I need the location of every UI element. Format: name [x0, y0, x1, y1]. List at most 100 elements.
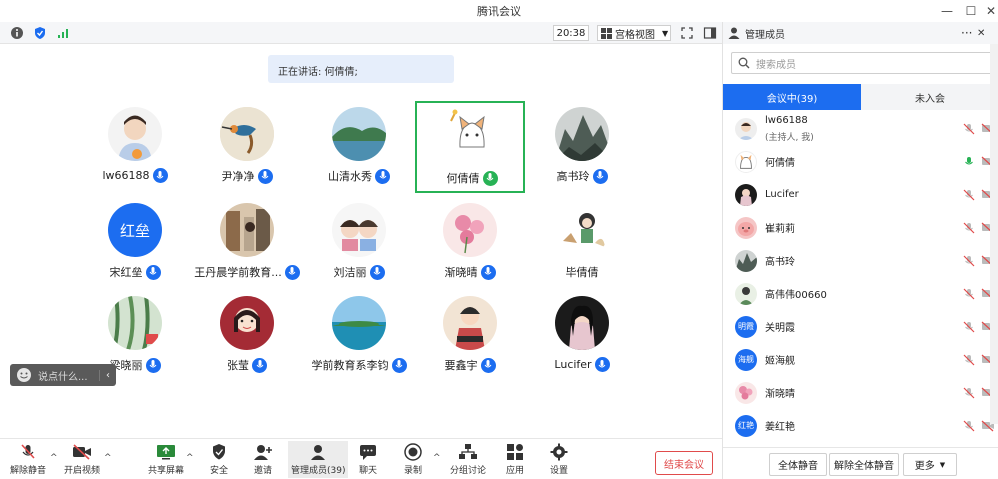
avatar: 明霞: [735, 315, 757, 338]
mic-muted-icon[interactable]: [963, 123, 975, 135]
member-row[interactable]: lw66188 (主持人, 我): [723, 112, 998, 145]
avatar: [555, 107, 609, 161]
member-row[interactable]: 何倩倩: [723, 145, 998, 178]
mic-active-icon[interactable]: [963, 156, 975, 168]
avatar: [735, 117, 757, 140]
window-title: 腾讯会议: [477, 5, 521, 18]
member-row[interactable]: Lucifer: [723, 178, 998, 211]
participant-tile[interactable]: 渐晓晴: [415, 197, 525, 289]
mic-icon: [257, 168, 273, 184]
participant-tile[interactable]: 红垒 宋红垒: [80, 197, 190, 289]
end-meeting-button[interactable]: 结束会议: [655, 451, 713, 475]
chat-button[interactable]: 聊天: [357, 441, 379, 476]
mic-muted-icon[interactable]: [963, 255, 975, 267]
mic-muted-icon[interactable]: [963, 321, 975, 333]
member-row[interactable]: 红艳 姜红艳: [723, 409, 998, 442]
participant-tile[interactable]: lw66188: [80, 101, 190, 193]
mic-muted-icon[interactable]: [963, 387, 975, 399]
avatar: [220, 203, 274, 257]
avatar: [108, 296, 162, 350]
participant-tile[interactable]: 高书玲: [527, 101, 637, 193]
member-row[interactable]: 崔莉莉: [723, 211, 998, 244]
participant-name: 毕倩倩: [565, 266, 599, 279]
participant-tile[interactable]: 刘洁丽: [304, 197, 414, 289]
member-row[interactable]: 海舰 姬海舰: [723, 343, 998, 376]
emoji-icon[interactable]: [16, 367, 32, 383]
video-grid: 正在讲话: 何倩倩; lw66188 尹净净 山清水秀 何倩倩 高书玲 红垒 宋…: [0, 44, 722, 438]
mic-muted-icon[interactable]: [963, 222, 975, 234]
title-bar: 腾讯会议 — ☐ ✕: [0, 0, 998, 22]
participant-tile[interactable]: 王丹晨学前教育...: [192, 197, 302, 289]
participant-tile[interactable]: 毕倩倩: [527, 197, 637, 289]
member-row[interactable]: 高伟伟00660: [723, 277, 998, 310]
more-button[interactable]: 更多 ▼: [903, 453, 957, 476]
participant-tile[interactable]: 尹净净: [192, 101, 302, 193]
mute-all-button[interactable]: 全体静音: [769, 453, 827, 476]
member-name: 姜红艳: [765, 422, 795, 433]
settings-button[interactable]: 设置: [548, 441, 570, 476]
mic-muted-icon[interactable]: [963, 288, 975, 300]
minimize-button[interactable]: —: [934, 0, 960, 22]
panel-scrollbar[interactable]: [990, 44, 998, 424]
quick-chat-input[interactable]: 说点什么... ‹: [10, 364, 116, 386]
apps-label: 应用: [505, 466, 524, 476]
audio-options-chevron-icon[interactable]: ^: [50, 453, 58, 463]
settings-label: 设置: [549, 466, 568, 476]
avatar: [220, 296, 274, 350]
member-row[interactable]: 渐晓晴: [723, 376, 998, 409]
share-options-chevron-icon[interactable]: ^: [186, 453, 194, 463]
unmute-all-button[interactable]: 解除全体静音: [829, 453, 899, 476]
participant-tile-active-speaker[interactable]: 何倩倩: [415, 101, 525, 193]
tab-in-meeting[interactable]: 会议中(39): [723, 84, 861, 110]
participant-name: 何倩倩: [446, 172, 480, 185]
close-panel-icon[interactable]: ✕: [977, 28, 985, 39]
shield-icon[interactable]: [33, 26, 47, 40]
member-row[interactable]: 明霞 关明霞: [723, 310, 998, 343]
apps-button[interactable]: 应用: [504, 441, 526, 476]
participant-tile[interactable]: Lucifer: [527, 290, 637, 382]
participant-tile[interactable]: 学前教育系李钧: [304, 290, 414, 382]
quick-chat-placeholder: 说点什么...: [38, 371, 88, 383]
participant-tile[interactable]: 张莹: [192, 290, 302, 382]
info-icon[interactable]: [10, 26, 24, 40]
sidebar-toggle-icon[interactable]: [703, 26, 717, 40]
view-layout-label: 宫格视图: [615, 29, 655, 41]
security-button[interactable]: 安全: [208, 441, 230, 476]
avatar: [735, 282, 757, 305]
manage-members-button[interactable]: 管理成员(39): [288, 441, 349, 478]
member-name: 关明霞: [765, 323, 795, 334]
view-layout-select[interactable]: 宫格视图 ▼: [597, 25, 671, 41]
more-options-icon[interactable]: ···: [961, 26, 972, 40]
close-button[interactable]: ✕: [978, 0, 998, 22]
collapse-chevron-icon[interactable]: ‹: [99, 369, 110, 381]
mic-icon: [391, 357, 407, 373]
member-row[interactable]: 高书玲: [723, 244, 998, 277]
member-name: 高伟伟00660: [765, 290, 827, 301]
avatar: [555, 203, 609, 257]
participant-name: 王丹晨学前教育...: [194, 266, 282, 279]
avatar: [443, 296, 497, 350]
mic-muted-icon[interactable]: [963, 189, 975, 201]
avatar: 红艳: [735, 414, 757, 437]
share-screen-button[interactable]: 共享屏幕: [148, 441, 184, 476]
security-label: 安全: [209, 466, 228, 476]
members-tabs: 会议中(39) 未入会: [723, 84, 998, 110]
tab-not-joined[interactable]: 未入会: [861, 84, 998, 110]
record-options-chevron-icon[interactable]: ^: [433, 453, 441, 463]
record-icon: [404, 443, 422, 461]
start-video-button[interactable]: 开启视频: [64, 441, 100, 476]
breakout-rooms-button[interactable]: 分组讨论: [450, 441, 486, 476]
mic-muted-icon[interactable]: [963, 354, 975, 366]
speaking-indicator: 正在讲话: 何倩倩;: [268, 55, 454, 83]
fullscreen-icon[interactable]: [680, 26, 694, 40]
member-search-input[interactable]: 搜索成员: [731, 52, 997, 74]
signal-icon[interactable]: [56, 26, 70, 40]
video-options-chevron-icon[interactable]: ^: [104, 453, 112, 463]
invite-button[interactable]: 邀请: [252, 441, 274, 476]
participant-tile[interactable]: 山清水秀: [304, 101, 414, 193]
unmute-button[interactable]: 解除静音: [10, 441, 46, 476]
avatar: [735, 150, 757, 173]
record-button[interactable]: 录制: [402, 441, 424, 476]
participant-tile[interactable]: 要鑫宇: [415, 290, 525, 382]
mic-muted-icon[interactable]: [963, 420, 975, 432]
